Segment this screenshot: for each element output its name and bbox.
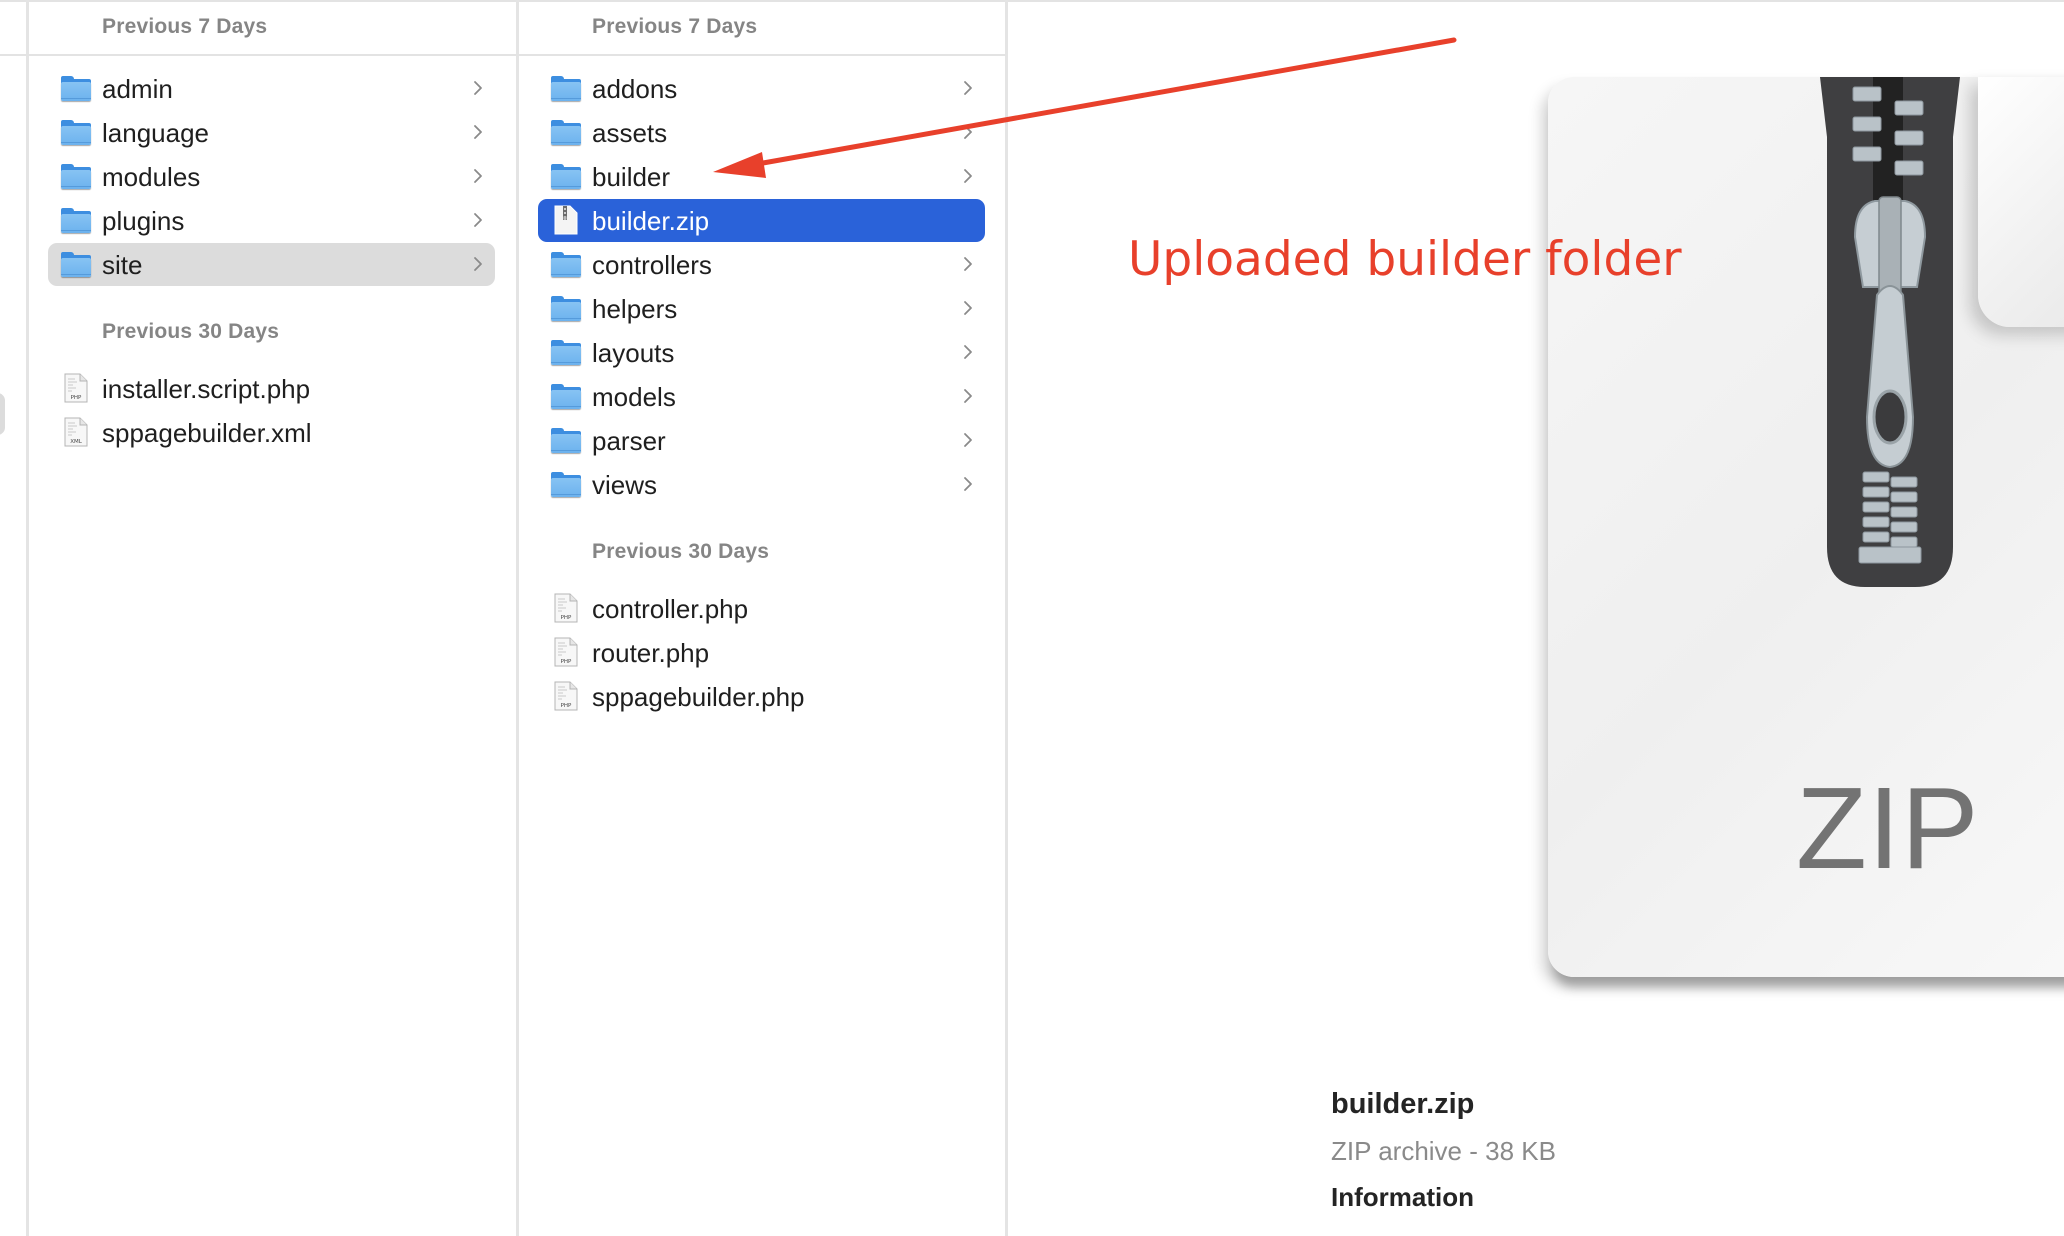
- folder-icon: [61, 75, 91, 102]
- zip-file-icon: [554, 205, 578, 235]
- file-row-sppagebuilder-xml[interactable]: XML sppagebuilder.xml: [48, 411, 495, 454]
- chevron-right-icon: [474, 257, 482, 271]
- item-name: builder: [592, 162, 671, 192]
- item-name: addons: [592, 74, 678, 104]
- item-name: builder.zip: [592, 206, 710, 236]
- item-name: controller.php: [592, 594, 749, 624]
- item-name: layouts: [592, 338, 675, 368]
- section-title: Previous 7 Days: [102, 15, 268, 38]
- file-row-sppagebuilder-php[interactable]: PHP sppagebuilder.php: [538, 675, 985, 718]
- preview-file-kind: ZIP archive - 38 KB: [1331, 1136, 1556, 1166]
- file-row-installer-script-php[interactable]: PHP installer.script.php: [48, 367, 495, 410]
- item-name: modules: [102, 162, 201, 192]
- folder-row-views[interactable]: views: [538, 463, 985, 506]
- php-file-icon: PHP: [64, 373, 88, 403]
- item-name: installer.script.php: [102, 374, 311, 404]
- chevron-right-icon: [964, 433, 972, 447]
- finder-window: Previous 7 Days admin language modules plugi…: [0, 0, 2064, 1236]
- column-divider[interactable]: [1005, 0, 1008, 1236]
- chevron-right-icon: [474, 125, 482, 139]
- chevron-right-icon: [964, 301, 972, 315]
- svg-text:XML: XML: [70, 439, 83, 445]
- chevron-right-icon: [964, 477, 972, 491]
- folder-icon: [61, 163, 91, 190]
- svg-text:PHP: PHP: [561, 659, 572, 665]
- folder-icon: [551, 383, 581, 410]
- folder-icon: [551, 471, 581, 498]
- preview-file-name: builder.zip: [1331, 1088, 1475, 1120]
- file-row-builder-zip[interactable]: builder.zip: [538, 199, 985, 242]
- folder-icon: [551, 427, 581, 454]
- section-title: Previous 30 Days: [102, 320, 280, 343]
- chevron-right-icon: [474, 81, 482, 95]
- chevron-right-icon: [964, 257, 972, 271]
- xml-file-icon: XML: [64, 417, 88, 447]
- chevron-right-icon: [474, 169, 482, 183]
- php-file-icon: PHP: [554, 593, 578, 623]
- folder-row-builder[interactable]: builder: [538, 155, 985, 198]
- folder-row-site[interactable]: site: [48, 243, 495, 286]
- finder-column-site-parent: Previous 7 Days admin language modules plugi…: [29, 0, 516, 1236]
- finder-column-site: Previous 7 Days addons assets builder builde…: [519, 0, 1005, 1236]
- folder-icon: [551, 75, 581, 102]
- folder-row-modules[interactable]: modules: [48, 155, 495, 198]
- folder-row-layouts[interactable]: layouts: [538, 331, 985, 374]
- folder-row-helpers[interactable]: helpers: [538, 287, 985, 330]
- folder-row-models[interactable]: models: [538, 375, 985, 418]
- chevron-right-icon: [964, 169, 972, 183]
- zip-icon-label: ZIP: [1796, 763, 1980, 893]
- item-name: controllers: [592, 250, 712, 280]
- folder-row-controllers[interactable]: controllers: [538, 243, 985, 286]
- page-fold-corner: [1978, 77, 2064, 327]
- annotation-label: Uploaded builder folder: [1128, 232, 1682, 287]
- section-title: Previous 30 Days: [592, 540, 770, 563]
- chevron-right-icon: [964, 81, 972, 95]
- folder-row-language[interactable]: language: [48, 111, 495, 154]
- item-name: site: [102, 250, 143, 280]
- item-name: sppagebuilder.php: [592, 682, 805, 712]
- folder-row-parser[interactable]: parser: [538, 419, 985, 462]
- item-name: models: [592, 382, 676, 412]
- svg-text:PHP: PHP: [71, 395, 82, 401]
- file-row-router-php[interactable]: PHP router.php: [538, 631, 985, 674]
- item-name: sppagebuilder.xml: [102, 418, 312, 448]
- item-name: admin: [102, 74, 173, 104]
- previous-column-selection[interactable]: [0, 393, 5, 435]
- section-title: Previous 7 Days: [592, 15, 758, 38]
- folder-icon: [551, 163, 581, 190]
- item-name: views: [592, 470, 658, 500]
- item-name: plugins: [102, 206, 185, 236]
- folder-row-addons[interactable]: addons: [538, 67, 985, 110]
- chevron-right-icon: [474, 213, 482, 227]
- zipper-icon: [1820, 77, 1960, 587]
- folder-icon: [551, 251, 581, 278]
- chevron-right-icon: [964, 389, 972, 403]
- item-name: assets: [592, 118, 668, 148]
- item-name: helpers: [592, 294, 678, 324]
- item-name: language: [102, 118, 209, 148]
- preview-information-heading[interactable]: Information: [1331, 1182, 1474, 1213]
- folder-icon: [551, 295, 581, 322]
- folder-icon: [61, 251, 91, 278]
- php-file-icon: PHP: [554, 637, 578, 667]
- folder-icon: [61, 207, 91, 234]
- folder-icon: [551, 119, 581, 146]
- folder-row-admin[interactable]: admin: [48, 67, 495, 110]
- chevron-right-icon: [964, 125, 972, 139]
- item-name: router.php: [592, 638, 710, 668]
- svg-text:PHP: PHP: [561, 703, 572, 709]
- svg-text:PHP: PHP: [561, 615, 572, 621]
- chevron-right-icon: [964, 345, 972, 359]
- folder-icon: [551, 339, 581, 366]
- folder-row-plugins[interactable]: plugins: [48, 199, 495, 242]
- item-name: parser: [592, 426, 666, 456]
- folder-icon: [61, 119, 91, 146]
- file-row-controller-php[interactable]: PHP controller.php: [538, 587, 985, 630]
- php-file-icon: PHP: [554, 681, 578, 711]
- folder-row-assets[interactable]: assets: [538, 111, 985, 154]
